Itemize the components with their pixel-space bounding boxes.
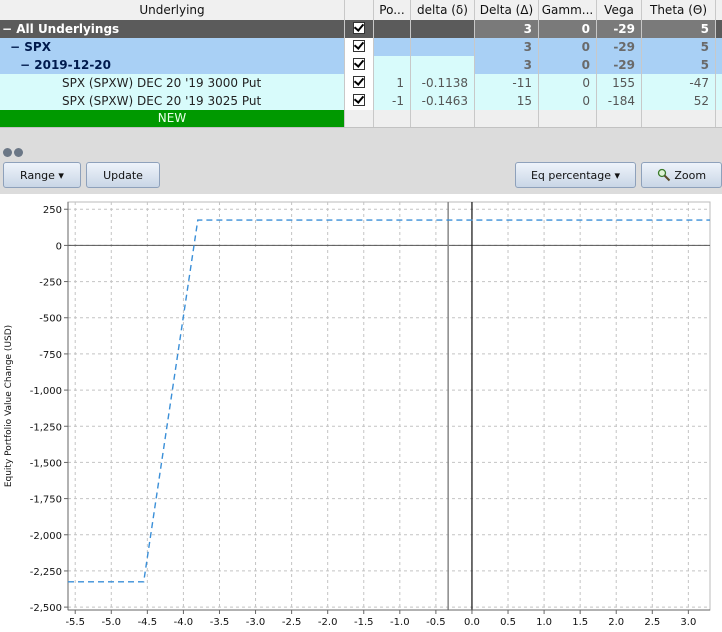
- table-row[interactable]: SPX (SPXW) DEC 20 '19 3000 Put 1 -0.1138…: [0, 74, 722, 92]
- y-tick-label: -1,750: [30, 495, 62, 506]
- vega-value: 155: [597, 74, 642, 92]
- x-tick-label: 2.5: [644, 617, 660, 628]
- x-tick-label: -3.0: [246, 617, 266, 628]
- table-row[interactable]: − All Underlyings 3 0 -29 5: [0, 20, 722, 38]
- col-header-checkbox[interactable]: [345, 0, 374, 20]
- vega-value: -29: [597, 38, 642, 56]
- y-tick-label: -2,500: [30, 603, 62, 614]
- theta-value: 5: [642, 38, 716, 56]
- x-tick-label: 0.5: [500, 617, 516, 628]
- row-checkbox[interactable]: [345, 20, 374, 38]
- delta-cap-value: 3: [475, 20, 539, 38]
- position-value: -1: [374, 92, 411, 110]
- col-header-delta-lower[interactable]: delta (δ): [411, 0, 475, 20]
- y-tick-label: 250: [43, 205, 62, 216]
- gamma-value: 0: [539, 74, 597, 92]
- delta-value: -0.1463: [411, 92, 475, 110]
- x-tick-label: -5.0: [102, 617, 122, 628]
- zoom-button[interactable]: Zoom: [641, 162, 722, 188]
- table-header: Underlying Po... delta (δ) Delta (Δ) Gam…: [0, 0, 722, 21]
- delta-cap-value: 15: [475, 92, 539, 110]
- col-header-theta[interactable]: Theta (Θ): [642, 0, 716, 20]
- y-tick-label: -500: [39, 314, 62, 325]
- theta-value: 52: [642, 92, 716, 110]
- collapse-icon[interactable]: −: [20, 58, 30, 72]
- x-tick-label: -2.5: [282, 617, 302, 628]
- x-tick-label: 0.0: [464, 617, 480, 628]
- y-tick-label: -2,000: [30, 531, 62, 542]
- row-label: − 2019-12-20: [0, 56, 345, 74]
- payoff-chart-svg[interactable]: -5.5 -5.0 -4.5 -4.0 -3.5 -3.0 -2.5 -2.0 -1.5 -1.0…: [0, 194, 722, 632]
- new-row[interactable]: NEW: [0, 110, 722, 127]
- vega-value: -29: [597, 56, 642, 74]
- position-value: 1: [374, 74, 411, 92]
- delta-cap-value: -11: [475, 74, 539, 92]
- row-checkbox[interactable]: [345, 38, 374, 56]
- gamma-value: 0: [539, 92, 597, 110]
- y-tick-label: -1,250: [30, 422, 62, 433]
- y-tick-label: -1,000: [30, 386, 62, 397]
- gamma-value: 0: [539, 38, 597, 56]
- theta-value: -47: [642, 74, 716, 92]
- delta-cap-value: 3: [475, 38, 539, 56]
- col-header-delta-upper[interactable]: Delta (Δ): [475, 0, 539, 20]
- y-tick-label: -2,250: [30, 567, 62, 578]
- vega-value: -184: [597, 92, 642, 110]
- y-axis-label: Equity Portfolio Value Change (USD): [4, 325, 14, 487]
- new-row-button[interactable]: NEW: [0, 110, 345, 127]
- y-tick-label: -1,500: [30, 458, 62, 469]
- gamma-value: 0: [539, 56, 597, 74]
- delta-value: -0.1138: [411, 74, 475, 92]
- collapse-panel-icon[interactable]: [3, 148, 12, 157]
- x-tick-label: -0.5: [426, 617, 446, 628]
- chevron-down-icon: ▾: [58, 169, 64, 182]
- plot-area: [67, 201, 711, 611]
- x-tick-label: -1.5: [354, 617, 374, 628]
- zoom-icon: [657, 168, 671, 182]
- row-label: − SPX: [0, 38, 345, 56]
- x-tick-label: -4.0: [174, 617, 194, 628]
- x-tick-label: 2.0: [608, 617, 624, 628]
- x-tick-label: -1.0: [390, 617, 410, 628]
- col-header-position[interactable]: Po...: [374, 0, 411, 20]
- row-checkbox[interactable]: [345, 92, 374, 110]
- portfolio-grid: Underlying Po... delta (δ) Delta (Δ) Gam…: [0, 0, 722, 127]
- table-row[interactable]: SPX (SPXW) DEC 20 '19 3025 Put -1 -0.146…: [0, 92, 722, 110]
- theta-value: 5: [642, 20, 716, 38]
- expand-panel-icon[interactable]: [14, 148, 23, 157]
- gamma-value: 0: [539, 20, 597, 38]
- delta-cap-value: 3: [475, 56, 539, 74]
- range-button[interactable]: Range ▾: [3, 162, 81, 188]
- x-tick-label: -2.0: [318, 617, 338, 628]
- chevron-down-icon: ▾: [614, 169, 621, 182]
- panel-divider[interactable]: [0, 127, 722, 148]
- vega-value: -29: [597, 20, 642, 38]
- table-row[interactable]: − SPX 3 0 -29 5: [0, 38, 722, 56]
- row-checkbox[interactable]: [345, 74, 374, 92]
- row-checkbox[interactable]: [345, 56, 374, 74]
- y-tick-label: -750: [39, 350, 62, 361]
- row-label: SPX (SPXW) DEC 20 '19 3025 Put: [0, 92, 345, 110]
- collapse-icon[interactable]: −: [10, 40, 20, 54]
- x-tick-label: -3.5: [210, 617, 230, 628]
- row-label: SPX (SPXW) DEC 20 '19 3000 Put: [0, 74, 345, 92]
- collapse-icon[interactable]: −: [2, 22, 12, 36]
- eq-percentage-button[interactable]: Eq percentage ▾: [515, 162, 636, 188]
- col-header-vega[interactable]: Vega: [597, 0, 642, 20]
- x-tick-label: 1.0: [536, 617, 552, 628]
- theta-value: 5: [642, 56, 716, 74]
- x-tick-label: -5.5: [65, 617, 85, 628]
- x-tick-label: -4.5: [138, 617, 158, 628]
- y-tick-label: 0: [56, 241, 62, 252]
- update-button[interactable]: Update: [86, 162, 160, 188]
- x-tick-label: 1.5: [572, 617, 588, 628]
- col-header-gamma[interactable]: Gamm...: [539, 0, 597, 20]
- x-tick-label: 3.0: [680, 617, 696, 628]
- row-label: − All Underlyings: [0, 20, 345, 38]
- col-header-underlying[interactable]: Underlying: [0, 0, 345, 20]
- table-row[interactable]: − 2019-12-20 3 0 -29 5: [0, 56, 722, 74]
- payoff-chart[interactable]: -5.5 -5.0 -4.5 -4.0 -3.5 -3.0 -2.5 -2.0 -1.5 -1.0…: [0, 194, 722, 632]
- y-tick-label: -250: [39, 278, 62, 289]
